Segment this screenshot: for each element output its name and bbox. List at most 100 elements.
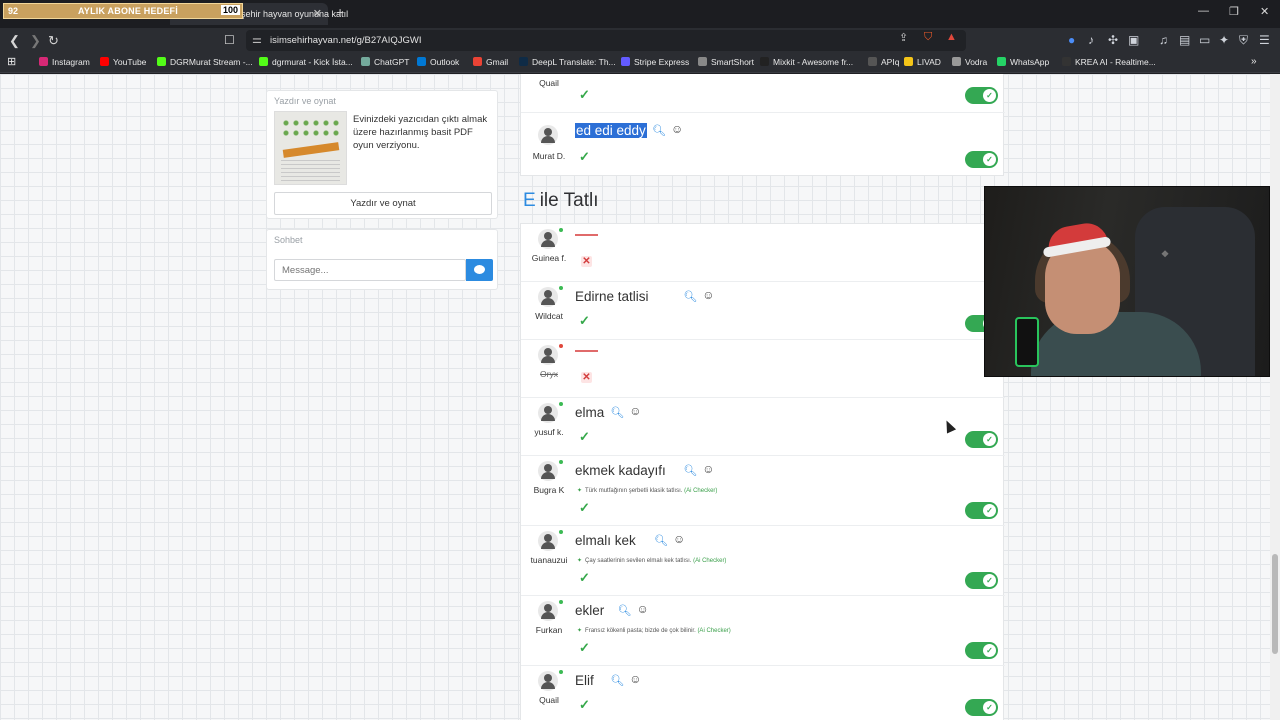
- bookmark-favicon-icon: [698, 57, 707, 66]
- bookmark-label: Mixkit - Awesome fr...: [773, 57, 854, 67]
- bookmark-item[interactable]: Outlook: [417, 57, 459, 67]
- chat-card: Sohbet: [266, 229, 498, 290]
- emoji-reaction-icon[interactable]: ☺: [702, 462, 714, 476]
- avatar: [538, 287, 558, 307]
- bookmark-item[interactable]: Mixkit - Awesome fr...: [760, 57, 853, 67]
- approve-toggle[interactable]: ✓: [965, 572, 998, 589]
- search-icon[interactable]: 🔍︎: [683, 290, 697, 303]
- bookmark-item[interactable]: APIq: [868, 57, 899, 67]
- audio-icon[interactable]: ♪: [1088, 33, 1094, 47]
- player-name: Oryx: [540, 369, 558, 379]
- bookmark-label: Outlook: [430, 57, 460, 67]
- answer-row: tuanauzui elmalı kek 🔍︎ ☺ ✦ Çay saatlerinin s…: [521, 526, 1005, 596]
- bookmark-label: WhatsApp: [1010, 57, 1050, 67]
- page-viewport: Yazdır ve oynat Evinizdeki yazıcıdan çık…: [0, 74, 1280, 720]
- leo-ai-icon[interactable]: ✦: [1219, 33, 1229, 47]
- close-tab-icon[interactable]: ✕: [313, 7, 322, 20]
- player-name: Quail: [539, 695, 559, 705]
- forward-icon[interactable]: ❯: [30, 33, 41, 49]
- chat-message-input[interactable]: [274, 259, 466, 281]
- approve-toggle[interactable]: ✓: [965, 642, 998, 659]
- sidebar-icon[interactable]: ▤: [1179, 33, 1190, 47]
- print-and-play-button[interactable]: Yazdır ve oynat: [274, 192, 492, 215]
- approve-toggle[interactable]: ✓: [965, 151, 998, 168]
- emoji-reaction-icon[interactable]: ☺: [629, 672, 641, 686]
- share-icon[interactable]: ⇪: [899, 31, 908, 44]
- bookmark-page-icon[interactable]: ☐: [224, 33, 235, 47]
- bookmark-item[interactable]: YouTube: [100, 57, 146, 67]
- bookmark-label: Stripe Express: [634, 57, 690, 67]
- bookmark-label: Instagram: [52, 57, 90, 67]
- bookmark-favicon-icon: [952, 57, 961, 66]
- bookmark-item[interactable]: dgrmurat - Kick İsta...: [259, 57, 353, 67]
- printable-game-thumbnail: [274, 111, 347, 185]
- toggle-knob: ✓: [983, 574, 996, 587]
- search-icon[interactable]: 🔍︎: [618, 604, 632, 617]
- apps-grid-icon[interactable]: ⊞: [7, 55, 16, 68]
- bookmark-item[interactable]: KREA AI - Realtime...: [1062, 57, 1156, 67]
- bookmark-label: ChatGPT: [374, 57, 410, 67]
- approve-toggle[interactable]: ✓: [965, 699, 998, 716]
- brave-shield-icon[interactable]: ⛉: [924, 31, 932, 44]
- ai-checker-note: ✦ Türk mutfağının şerbetli klasik tatlısı…: [577, 487, 717, 494]
- bookmark-label: dgrmurat - Kick İsta...: [272, 57, 353, 67]
- search-icon[interactable]: 🔍︎: [652, 124, 666, 137]
- vpn-icon[interactable]: ●: [1068, 33, 1075, 47]
- emoji-reaction-icon[interactable]: ☺: [671, 122, 683, 136]
- maximize-icon[interactable]: ❐: [1229, 5, 1239, 18]
- ai-sparkle-icon: ✦: [577, 488, 583, 494]
- player-name: Guinea f.: [531, 253, 567, 263]
- valid-check-icon: ✓: [579, 149, 590, 164]
- print-card-header: Yazdır ve oynat: [274, 96, 336, 106]
- bookmark-favicon-icon: [760, 57, 769, 66]
- chat-bubble-icon: [474, 265, 485, 274]
- approve-toggle[interactable]: ✓: [965, 87, 998, 104]
- back-icon[interactable]: ❮: [9, 33, 20, 49]
- url-field[interactable]: ⚌ isimsehirhayvan.net/g/B27AIQJGWI: [246, 30, 966, 51]
- bookmark-item[interactable]: Gmail: [473, 57, 508, 67]
- bookmark-item[interactable]: LIVAD: [904, 57, 941, 67]
- bookmark-item[interactable]: Vodra: [952, 57, 987, 67]
- search-icon[interactable]: 🔍︎: [654, 534, 668, 547]
- chat-header: Sohbet: [274, 235, 303, 245]
- approve-toggle[interactable]: ✓: [965, 502, 998, 519]
- vpn-shield-icon[interactable]: ⛨: [1239, 33, 1248, 48]
- approve-toggle[interactable]: ✓: [965, 431, 998, 448]
- emoji-reaction-icon[interactable]: ☺: [673, 532, 685, 546]
- valid-check-icon: ✓: [579, 500, 590, 515]
- new-tab-icon[interactable]: +: [336, 4, 344, 20]
- reload-icon[interactable]: ↻: [48, 33, 59, 49]
- valid-check-icon: ✓: [579, 570, 590, 585]
- search-icon[interactable]: 🔍︎: [683, 464, 697, 477]
- category-results-list: Guinea f. ✕ Wildcat Edirne tatlisi 🔍︎ ☺ ✓ ✓ Oryx…: [520, 223, 1005, 720]
- bookmark-label: LIVAD: [917, 57, 941, 67]
- bookmark-item[interactable]: Instagram: [39, 57, 90, 67]
- search-icon[interactable]: 🔍︎: [610, 674, 624, 687]
- bookmark-item[interactable]: WhatsApp: [997, 57, 1049, 67]
- scrollbar-thumb[interactable]: [1272, 554, 1278, 654]
- bookmark-item[interactable]: ChatGPT: [361, 57, 409, 67]
- player-name: Bugra K: [533, 485, 565, 495]
- emoji-reaction-icon[interactable]: ☺: [629, 404, 641, 418]
- more-bookmarks-icon[interactable]: »: [1251, 56, 1257, 67]
- send-message-button[interactable]: [466, 259, 493, 281]
- bookmark-item[interactable]: Stripe Express: [621, 57, 689, 67]
- emoji-reaction-icon[interactable]: ☺: [702, 288, 714, 302]
- bookmark-item[interactable]: DeepL Translate: Th...: [519, 57, 616, 67]
- wallet-icon[interactable]: ▭: [1199, 33, 1210, 47]
- page-scrollbar[interactable]: [1270, 74, 1280, 720]
- rewards-icon[interactable]: ▲: [946, 31, 957, 43]
- menu-icon[interactable]: ☰: [1259, 33, 1270, 47]
- media-icon[interactable]: ♫: [1159, 33, 1168, 47]
- minimize-icon[interactable]: —: [1198, 5, 1209, 17]
- close-window-icon[interactable]: ✕: [1260, 5, 1269, 18]
- site-info-icon[interactable]: ⚌: [252, 33, 262, 46]
- bookmark-item[interactable]: SmartShort: [698, 57, 754, 67]
- ai-sparkle-icon: ✦: [577, 558, 583, 564]
- bookmark-item[interactable]: DGRMurat Stream -...: [157, 57, 253, 67]
- screenshot-icon[interactable]: ▣: [1128, 33, 1139, 47]
- search-icon[interactable]: 🔍︎: [610, 406, 624, 419]
- emoji-reaction-icon[interactable]: ☺: [637, 602, 649, 616]
- answer-row: Oryx ✕: [521, 340, 1005, 398]
- extensions-icon[interactable]: ✣: [1108, 33, 1118, 47]
